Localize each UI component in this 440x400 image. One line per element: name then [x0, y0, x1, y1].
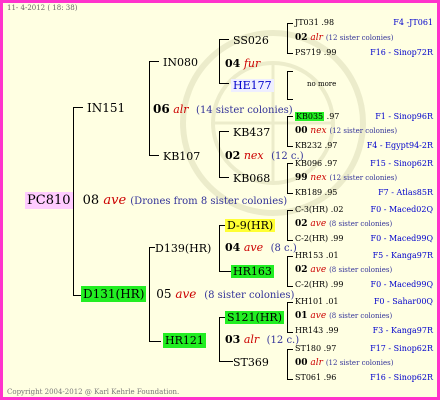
gen4-row[interactable]: KB189 .95 F7 - Atlas85R	[295, 189, 433, 197]
root-note: (Drones from 8 sister colonies)	[130, 196, 288, 207]
gen3-kb107-info: 02 nex (12 c.)	[225, 149, 304, 162]
gen4-row[interactable]: PS719 .99 F16 - Sinop72R	[295, 49, 433, 57]
gen3-in080-info: 04 fur	[225, 58, 260, 69]
gen4-row[interactable]: KH101 .01 F0 - Sahar00Q	[295, 298, 433, 306]
gen4-row[interactable]: C-2(HR) .99 F0 - Maced99Q	[295, 281, 433, 289]
dam-row: D131(HR) 05 ave (8 sister colonies)	[81, 286, 295, 302]
gen3-hr163[interactable]: HR163	[231, 265, 274, 278]
gen3-d139-info: 04 ave (8 c.)	[225, 241, 297, 254]
gen4-row[interactable]: 02 ave (8 sister colonies)	[295, 266, 392, 275]
gen3-s121[interactable]: S121(HR)	[225, 311, 284, 324]
gen4-row[interactable]: HR153 .01 F5 - Kanga97R	[295, 252, 433, 260]
gen4-row[interactable]: JT031 .98 F4 -JT061	[295, 19, 433, 27]
gen3-race: fur	[243, 57, 261, 70]
footer-copyright: Copyright 2004-2012 @ Karl Kehrle Founda…	[7, 388, 180, 396]
gen4-row[interactable]: 02 alr (12 sister colonies)	[295, 34, 393, 43]
dam-year: 05	[156, 287, 172, 301]
gen3-he177[interactable]: HE177	[231, 79, 274, 92]
gen2-hr121-row: HR121	[163, 333, 206, 348]
gen4-row[interactable]: KB035 .97 F1 - Sinop96R	[295, 112, 433, 121]
gen2-in080[interactable]: IN080	[163, 57, 198, 68]
gen4-row[interactable]: 02 ave (8 sister colonies)	[295, 220, 392, 229]
gen3-year: 04	[225, 57, 241, 70]
gen4-row[interactable]: KB096 .97 F15 - Sinop62R	[295, 160, 433, 168]
gen2-sire-info: 06 alr (14 sister colonies)	[153, 103, 293, 116]
gen4-row[interactable]: HR143 .99 F3 - Kanga97R	[295, 327, 433, 335]
gen4-row[interactable]: 00 alr (12 sister colonies)	[295, 359, 393, 368]
root-race: ave	[103, 193, 127, 208]
gen2-kb107[interactable]: KB107	[163, 151, 200, 162]
root-row: PC810 08 ave (Drones from 8 sister colon…	[25, 192, 288, 209]
dam-race: ave	[175, 287, 197, 301]
gen2-note: (14 sister colonies)	[196, 105, 293, 116]
root-name[interactable]: PC810	[25, 192, 73, 209]
gen2-hr121[interactable]: HR121	[163, 333, 206, 348]
gen3-kb068[interactable]: KB068	[233, 173, 270, 184]
gen3-d9[interactable]: D-9(HR)	[225, 219, 276, 232]
root-year: 08	[82, 193, 100, 208]
gen2-year: 06	[153, 102, 170, 116]
dam-name[interactable]: D131(HR)	[81, 286, 147, 302]
pedigree-frame: 11- 4-2012 ( 18: 38) Copyright 2004-2012…	[0, 0, 440, 400]
gen4-row[interactable]: KB232 .97 F4 - Egypt94-2R	[295, 142, 433, 150]
gen4-row[interactable]: ST061 .96 F16 - Sinop62R	[295, 374, 433, 382]
gen2-race: alr	[173, 103, 189, 116]
gen3-st369[interactable]: ST369	[233, 357, 269, 368]
gen4-row[interactable]: ST180 .97 F17 - Sinop62R	[295, 345, 433, 353]
header-date: 11- 4-2012 ( 18: 38)	[7, 4, 78, 12]
dam-note: (8 sister colonies)	[204, 290, 295, 301]
sire-name[interactable]: IN151	[87, 102, 125, 114]
gen4-row[interactable]: 00 nex (12 sister colonies)	[295, 127, 397, 136]
gen2-d139[interactable]: D139(HR)	[155, 243, 211, 254]
gen4-row[interactable]: 01 ave (8 sister colonies)	[295, 312, 392, 321]
gen3-ss026[interactable]: SS026	[233, 35, 269, 46]
gen4-row[interactable]: C-3(HR) .02 F0 - Maced02Q	[295, 206, 433, 214]
gen3-kb437[interactable]: KB437	[233, 127, 270, 138]
gen4-row[interactable]: C-2(HR) .99 F0 - Maced99Q	[295, 235, 433, 243]
gen4-no-more: no more	[307, 80, 337, 88]
gen3-hr121-info: 03 alr (12 c.)	[225, 333, 300, 346]
gen4-row[interactable]: 99 nex (12 sister colonies)	[295, 174, 397, 183]
